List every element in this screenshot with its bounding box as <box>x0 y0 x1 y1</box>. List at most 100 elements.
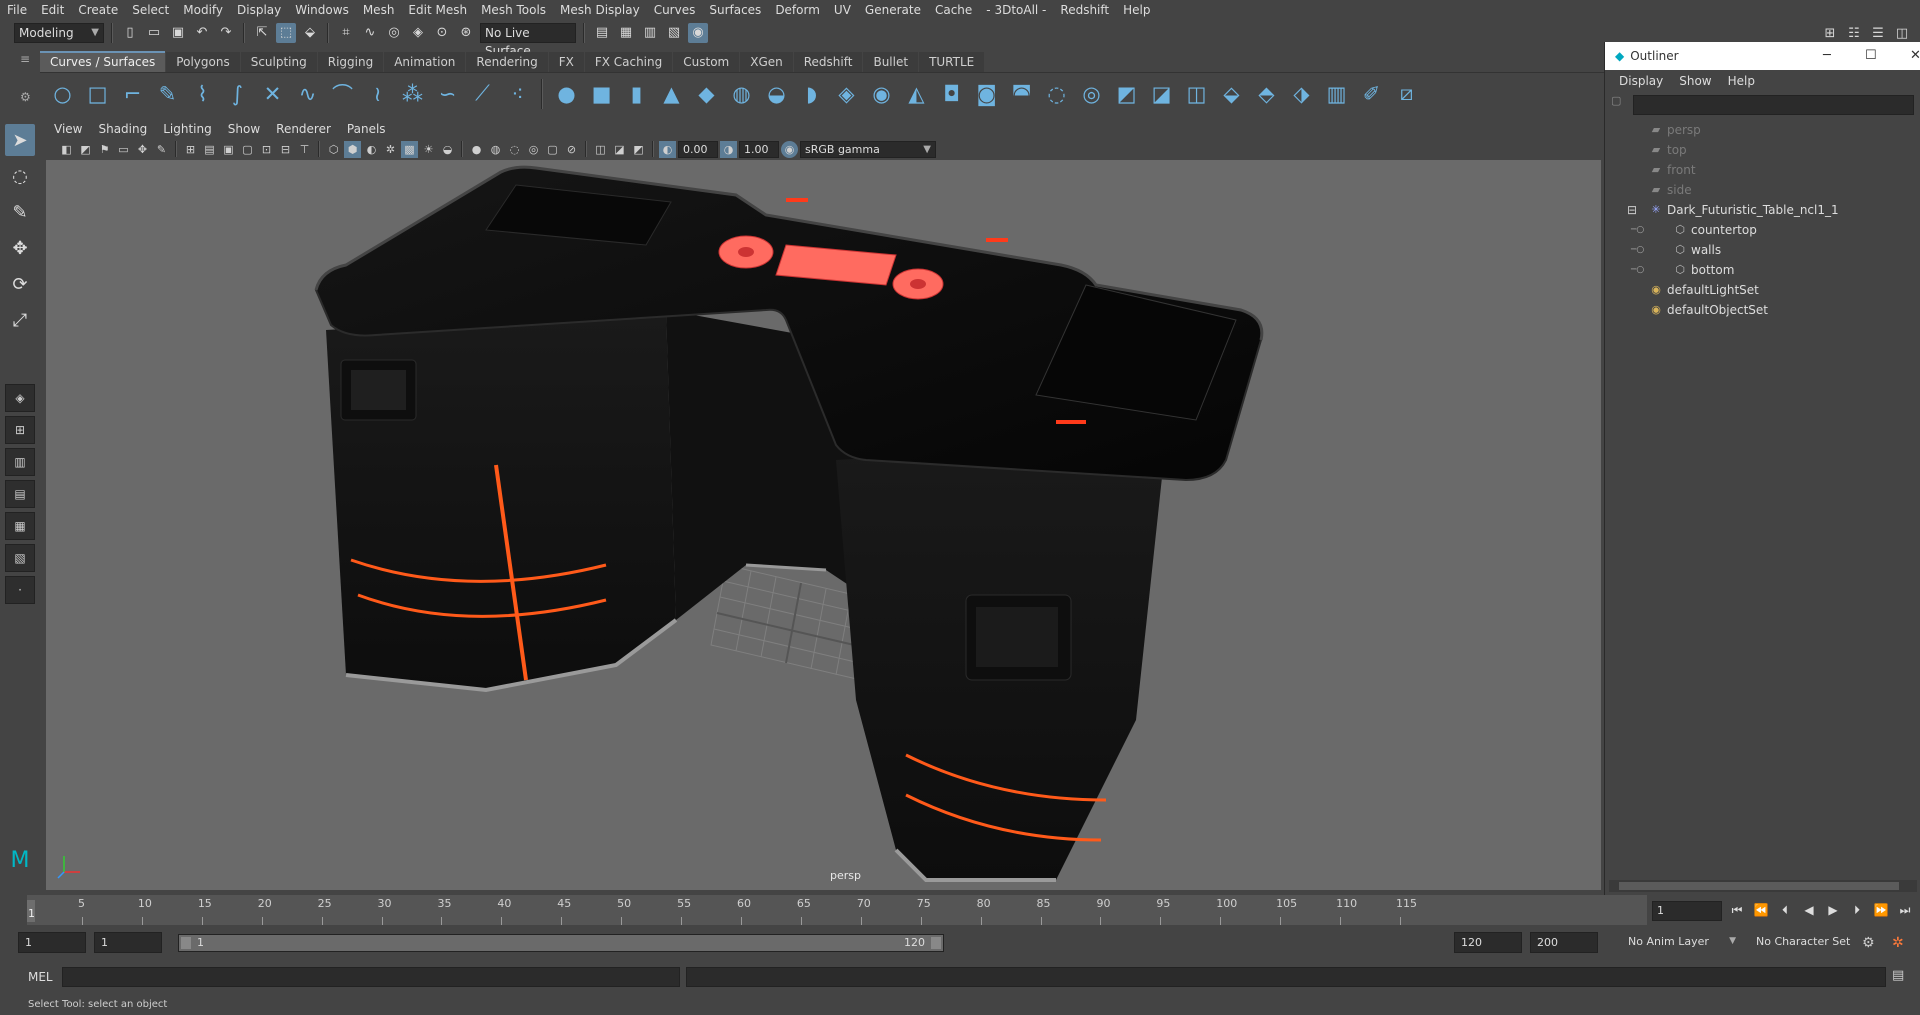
redo-icon[interactable]: ↷ <box>216 23 236 43</box>
xray-components-icon[interactable]: ◪ <box>611 141 628 158</box>
use-default-material-icon[interactable]: ◐ <box>363 141 380 158</box>
exposure-icon[interactable]: ◐ <box>659 140 676 158</box>
perspective-viewport[interactable] <box>46 160 1601 890</box>
shelf-tab-xgen[interactable]: XGen <box>740 52 793 72</box>
shelf-tab-fx-caching[interactable]: FX Caching <box>584 52 673 72</box>
snap-view-plane-icon[interactable]: ◈ <box>408 23 428 43</box>
live-surface-field[interactable]: No Live Surface <box>480 22 576 58</box>
revolve-icon[interactable]: ◒ <box>762 79 791 108</box>
shelf-tab-rendering[interactable]: Rendering <box>466 52 548 72</box>
modeling-toolkit-icon[interactable]: ⊞ <box>1820 23 1840 43</box>
use-all-lights-icon[interactable]: ☀ <box>420 141 437 158</box>
time-slider[interactable]: 5 10 15 20 25 30 35 40 45 50 55 60 65 70 75 80 85 90 95 100… <box>27 895 1647 925</box>
range-slider-fill[interactable] <box>179 935 943 951</box>
channel-box-icon[interactable]: ◫ <box>1892 23 1912 43</box>
maximize-icon[interactable]: ☐ <box>1865 48 1877 63</box>
viewport-menu-show[interactable]: Show <box>220 122 268 136</box>
wireframe-on-shaded-icon[interactable]: ✲ <box>382 141 399 158</box>
nurbs-sphere-icon[interactable]: ● <box>552 79 581 108</box>
project-curve-icon[interactable]: ◩ <box>1112 79 1141 108</box>
menu-mesh-display[interactable]: Mesh Display <box>553 0 647 20</box>
outliner-item[interactable]: ▰ front <box>1605 160 1920 180</box>
backface-culling-icon[interactable]: ◩ <box>630 141 647 158</box>
shelf-tab-fx[interactable]: FX <box>548 52 584 72</box>
2d-pan-zoom-icon[interactable]: ✥ <box>134 141 151 158</box>
select-object-icon[interactable]: ⬚ <box>276 22 296 43</box>
close-icon[interactable]: ✕ <box>1910 48 1920 63</box>
nurbs-cylinder-icon[interactable]: ▮ <box>622 79 651 108</box>
wireframe-icon[interactable]: ⬡ <box>325 141 342 158</box>
curve-intersect-icon[interactable]: ✕ <box>258 79 287 108</box>
isolate-select-icon[interactable]: ▢ <box>544 141 561 158</box>
nurbs-cube-icon[interactable]: ■ <box>587 79 616 108</box>
fillet-icon[interactable]: ⬗ <box>1287 79 1316 108</box>
menu-deform[interactable]: Deform <box>768 0 827 20</box>
snap-surface-icon[interactable]: ⊛ <box>456 23 476 43</box>
outliner-item[interactable]: ⊟ ✳ Dark_Futuristic_Table_ncl1_1 <box>1605 200 1920 220</box>
outliner-scrollbar[interactable] <box>1609 880 1917 892</box>
attach-curve-icon[interactable]: ∿ <box>293 79 322 108</box>
safe-action-icon[interactable]: ⊟ <box>277 141 294 158</box>
step-forward-key-icon[interactable]: ⏩ <box>1872 901 1890 919</box>
mode-dropdown[interactable]: Modeling ▼ <box>14 22 104 43</box>
undo-icon[interactable]: ↶ <box>192 23 212 43</box>
planar-icon[interactable]: ◈ <box>832 79 861 108</box>
animation-end-field[interactable]: 200 <box>1530 932 1598 953</box>
image-plane-icon[interactable]: ▭ <box>115 141 132 158</box>
character-set-dropdown[interactable]: No Character Set <box>1750 932 1868 953</box>
outliner-item[interactable]: ─○ ⬡ walls <box>1605 240 1920 260</box>
filter-icon[interactable]: ▢ <box>1611 94 1621 107</box>
menu-file[interactable]: File <box>0 0 34 20</box>
loft-icon[interactable]: ◗ <box>797 79 826 108</box>
motion-blur-icon[interactable]: ◍ <box>487 141 504 158</box>
range-start-handle[interactable] <box>181 937 191 949</box>
play-backwards-icon[interactable]: ◀ <box>1800 901 1818 919</box>
snap-point-icon[interactable]: ◎ <box>384 23 404 43</box>
camera-attributes-icon[interactable]: ◩ <box>77 141 94 158</box>
more-layouts-icon[interactable]: · <box>5 576 35 604</box>
make-live-icon[interactable]: ⊙ <box>432 23 452 43</box>
viewport-menu-view[interactable]: View <box>46 122 90 136</box>
extrude-icon[interactable]: ◉ <box>867 79 896 108</box>
nurbs-plane-icon[interactable]: ◆ <box>692 79 721 108</box>
outliner-search-input[interactable] <box>1633 95 1914 115</box>
persp-uv-icon[interactable]: ▧ <box>5 544 35 572</box>
exposure-field[interactable]: 0.00 <box>678 140 718 158</box>
grid-toggle-icon[interactable]: ⊞ <box>182 141 199 158</box>
bevel-plus-icon[interactable]: ◘ <box>937 79 966 108</box>
intersect-surface-icon[interactable]: ◪ <box>1147 79 1176 108</box>
menu-generate[interactable]: Generate <box>858 0 928 20</box>
curve-brush-icon[interactable]: ⧄ <box>1392 79 1421 108</box>
menu-mesh[interactable]: Mesh <box>356 0 402 20</box>
persp-hypershade-icon[interactable]: ▦ <box>5 512 35 540</box>
viewport-menu-panels[interactable]: Panels <box>339 122 394 136</box>
xray-joints-icon[interactable]: ◫ <box>592 141 609 158</box>
script-editor-icon[interactable]: ▤ <box>1892 968 1904 983</box>
menu-mesh-tools[interactable]: Mesh Tools <box>474 0 553 20</box>
film-gate-icon[interactable]: ▤ <box>201 141 218 158</box>
outliner-item[interactable]: ─○ ⬡ bottom <box>1605 260 1920 280</box>
resolution-gate-icon[interactable]: ▣ <box>220 141 237 158</box>
detach-curve-icon[interactable]: ⌒ <box>328 79 357 108</box>
menu-surfaces[interactable]: Surfaces <box>702 0 768 20</box>
open-scene-icon[interactable]: ▭ <box>144 23 164 43</box>
textured-icon[interactable]: ▩ <box>401 140 418 158</box>
animation-start-field[interactable]: 1 <box>18 932 86 953</box>
birail-icon[interactable]: ◭ <box>902 79 931 108</box>
attribute-editor-icon[interactable]: ☷ <box>1844 23 1864 43</box>
render-settings-icon[interactable]: ▤ <box>592 23 612 43</box>
go-to-start-icon[interactable]: ⏮ <box>1728 901 1746 919</box>
shelf-tab-curves-surfaces[interactable]: Curves / Surfaces <box>40 51 166 72</box>
outliner-item[interactable]: ▰ top <box>1605 140 1920 160</box>
nurbs-circle-icon[interactable]: ○ <box>48 79 77 108</box>
script-language-label[interactable]: MEL <box>28 970 53 984</box>
untrim-icon[interactable]: ◎ <box>1077 79 1106 108</box>
outliner-item[interactable]: ─○ ⬡ countertop <box>1605 220 1920 240</box>
shelf-tab-turtle[interactable]: TURTLE <box>919 52 985 72</box>
rotate-tool-icon[interactable]: ⟳ <box>5 268 35 300</box>
shelf-tab-custom[interactable]: Custom <box>673 52 740 72</box>
tool-settings-icon[interactable]: ☰ <box>1868 23 1888 43</box>
step-back-key-icon[interactable]: ⏪ <box>1752 901 1770 919</box>
menu-edit-mesh[interactable]: Edit Mesh <box>401 0 474 20</box>
field-chart-icon[interactable]: ⊡ <box>258 141 275 158</box>
